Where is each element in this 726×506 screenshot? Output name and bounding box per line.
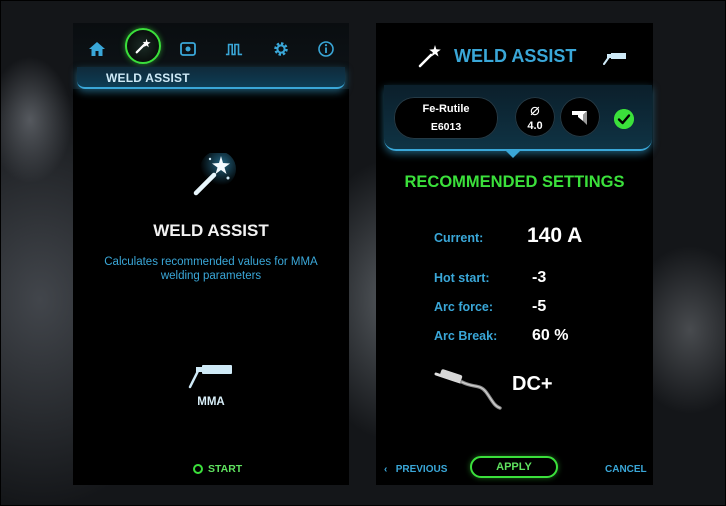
electrode-type-button[interactable]: Fe-Rutile E6013: [394, 97, 498, 139]
arc-break-label: Arc Break:: [434, 329, 498, 343]
home-icon[interactable]: [85, 37, 109, 61]
start-indicator-icon[interactable]: [193, 464, 203, 474]
diameter-button[interactable]: ⌀ 4.0: [515, 97, 555, 137]
panel-title: WELD ASSIST: [454, 46, 577, 66]
diameter-icon: ⌀: [530, 102, 540, 119]
arc-force-label: Arc force:: [434, 300, 494, 314]
panel-description: Calculates recommended values for MMA we…: [104, 256, 318, 282]
hot-start-label: Hot start:: [434, 271, 490, 285]
panel-title: WELD ASSIST: [153, 221, 269, 240]
check-icon: [614, 109, 634, 129]
apply-button[interactable]: APPLY: [470, 456, 558, 478]
electrode-code: E6013: [430, 121, 462, 133]
electrode-name: Fe-Rutile: [422, 103, 470, 115]
magic-wand-icon: [418, 45, 441, 68]
arc-break-value: 60 %: [532, 327, 569, 344]
active-tab-label: WELD ASSIST: [106, 71, 190, 85]
settings-icon[interactable]: [269, 37, 293, 61]
process-label[interactable]: MMA: [73, 396, 349, 408]
electrode-holder-icon: [434, 369, 502, 410]
hot-start-value: -3: [532, 269, 547, 286]
chevron-left-icon: ‹: [384, 464, 388, 475]
electrode-holder-icon[interactable]: [188, 363, 234, 389]
arc-force-value: -5: [532, 298, 547, 315]
weld-assist-intro-panel: WELD ASSIST WELD ASSIST Calculates recom…: [73, 23, 349, 485]
pulse-icon[interactable]: [222, 37, 246, 61]
info-icon[interactable]: [314, 37, 338, 61]
selection-pointer-icon: [506, 151, 520, 158]
cancel-button[interactable]: CANCEL: [605, 464, 647, 475]
current-value: 140 A: [527, 224, 583, 247]
weld-position-icon: [572, 111, 587, 125]
start-button[interactable]: START: [208, 463, 242, 475]
diameter-value: 4.0: [527, 120, 543, 132]
previous-button[interactable]: ‹ PREVIOUS: [384, 464, 447, 475]
electrode-holder-icon[interactable]: [603, 51, 627, 65]
weld-position-button[interactable]: [560, 97, 600, 137]
memory-icon[interactable]: [176, 37, 200, 61]
current-label: Current:: [434, 231, 484, 245]
previous-label: PREVIOUS: [395, 464, 448, 475]
weld-assist-icon[interactable]: [131, 34, 155, 58]
polarity-value: DC+: [512, 373, 553, 395]
recommended-title: RECOMMENDED SETTINGS: [404, 173, 625, 191]
active-tab-bar: WELD ASSIST: [77, 67, 345, 89]
recommended-settings-panel: WELD ASSIST Fe-Rutile E6013 ⌀ 4.0 RECOMM…: [376, 23, 653, 485]
magic-wand-icon: [193, 153, 236, 196]
